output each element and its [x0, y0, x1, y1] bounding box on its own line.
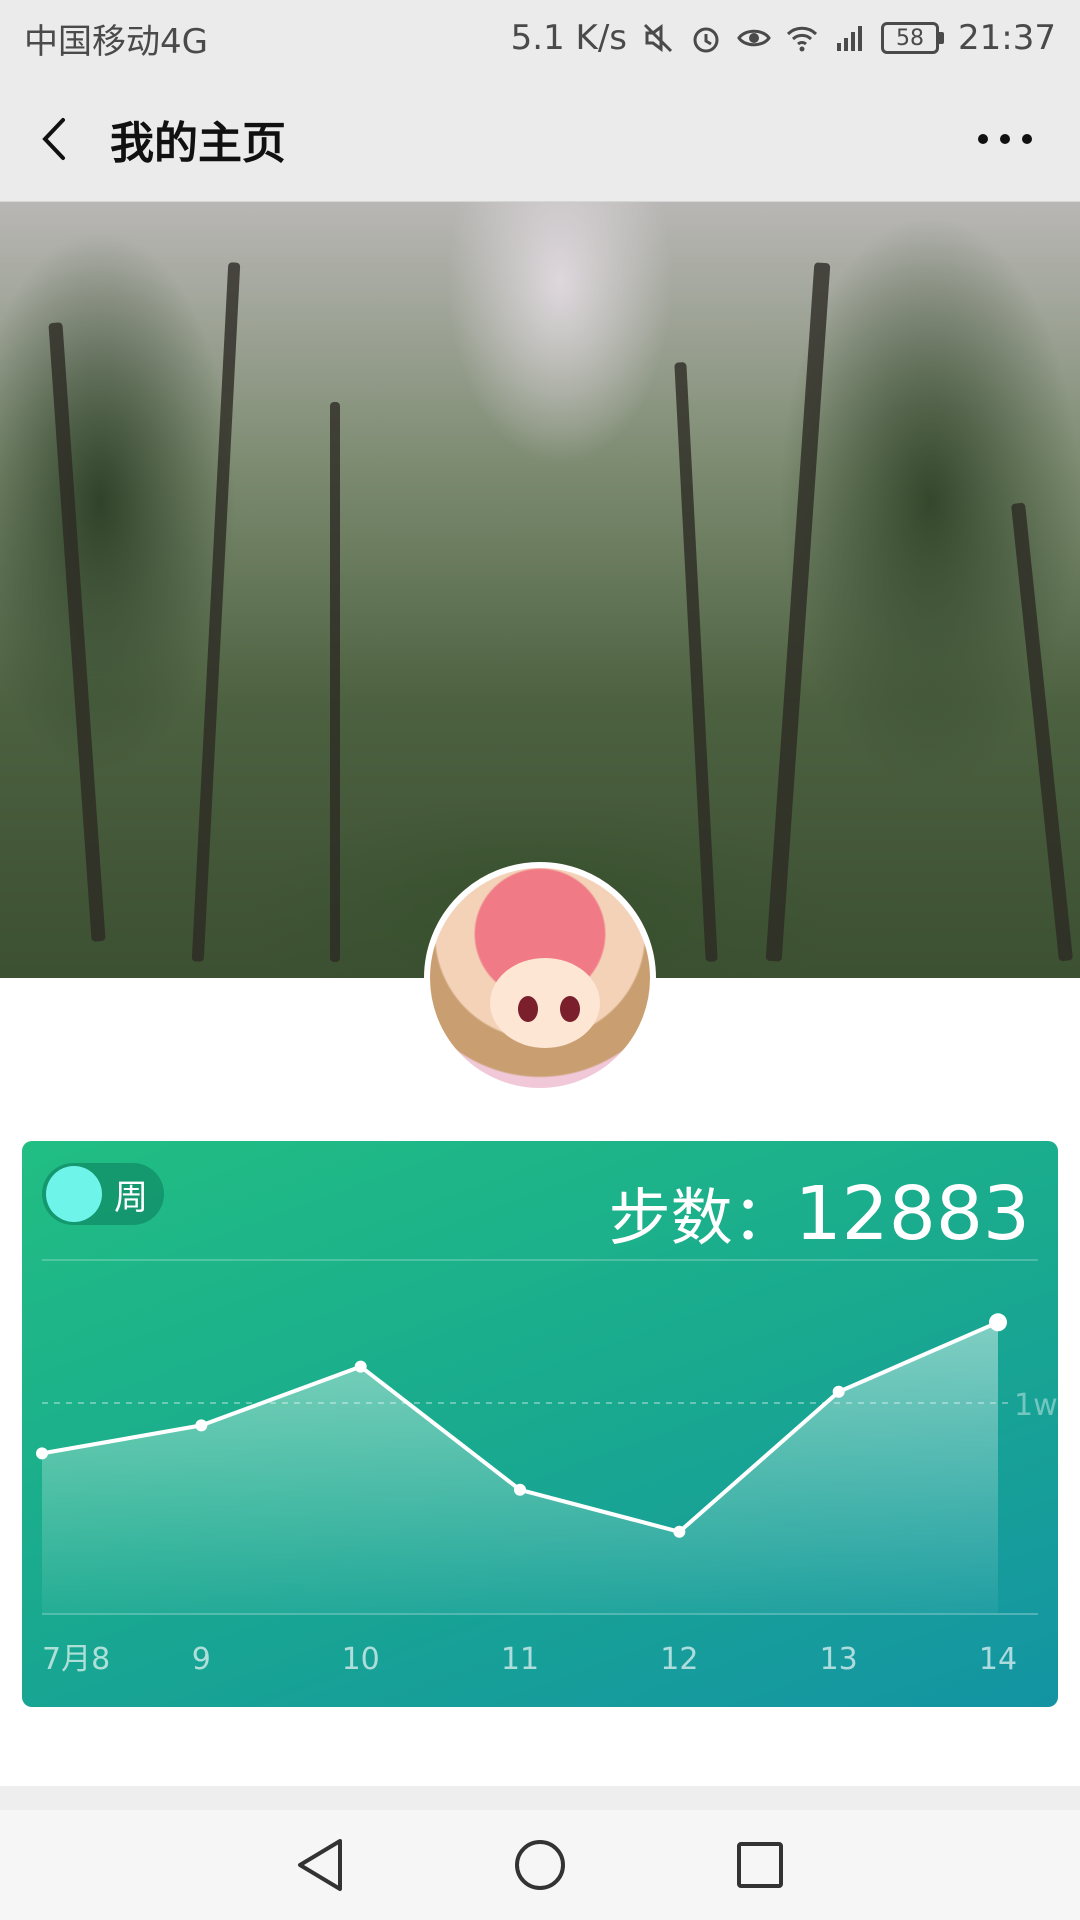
steps-total: 步数： 12883 — [609, 1167, 1030, 1257]
square-recents-icon — [737, 1842, 783, 1888]
carrier-label: 中国移动4G — [24, 21, 208, 62]
avatar[interactable] — [424, 862, 656, 1094]
page-title: 我的主页 — [110, 117, 286, 169]
steps-area — [42, 1322, 998, 1613]
toggle-label: 周 — [114, 1177, 148, 1218]
x-tick-label: 12 — [660, 1642, 698, 1677]
more-button[interactable] — [970, 116, 1040, 162]
data-point — [354, 1360, 367, 1373]
status-icons: 5.1 K/s 58 21:37 — [511, 18, 1056, 58]
clock: 21:37 — [958, 18, 1056, 58]
battery-level: 58 — [881, 22, 940, 54]
data-point — [989, 1313, 1007, 1332]
steps-value: 12883 — [794, 1171, 1030, 1257]
more-dots-icon — [978, 134, 1032, 144]
nav-recents-button[interactable] — [730, 1835, 790, 1895]
data-point — [514, 1483, 526, 1496]
x-tick-label: 10 — [342, 1642, 380, 1677]
x-tick-label: 9 — [192, 1642, 211, 1677]
title-bar: 我的主页 — [0, 76, 1080, 202]
x-tick-label: 11 — [501, 1642, 539, 1677]
card-divider — [42, 1259, 1038, 1261]
section-divider — [0, 1786, 1080, 1810]
toggle-knob — [46, 1166, 102, 1222]
triangle-back-icon — [298, 1839, 342, 1891]
eye-icon — [737, 29, 771, 47]
chevron-left-icon — [42, 117, 65, 160]
status-bar: 中国移动4G 5.1 K/s 58 21:37 — [0, 0, 1080, 76]
back-button[interactable] — [0, 76, 110, 202]
circle-home-icon — [515, 1840, 565, 1890]
data-point — [832, 1385, 845, 1398]
battery-icon: 58 — [881, 22, 945, 54]
net-speed: 5.1 K/s — [510, 18, 628, 58]
signal-4g-icon — [837, 26, 863, 51]
alarm-icon — [693, 27, 719, 53]
reference-line-label: 1w — [1014, 1388, 1058, 1423]
nav-home-button[interactable] — [510, 1835, 570, 1895]
week-toggle[interactable]: 周 — [42, 1163, 164, 1225]
x-tick-label: 7月8 — [42, 1642, 110, 1677]
x-tick-label: 14 — [979, 1642, 1017, 1677]
data-point — [36, 1447, 48, 1460]
nav-back-button[interactable] — [290, 1835, 350, 1895]
data-point — [195, 1419, 208, 1432]
steps-label: 步数： — [608, 1181, 795, 1254]
system-nav-bar — [0, 1810, 1080, 1920]
steps-card[interactable]: 1w 7月8 9 10 11 12 13 14 周 步数： 12883 — [22, 1141, 1058, 1707]
x-tick-label: 13 — [820, 1642, 858, 1677]
wifi-icon — [786, 26, 818, 52]
mute-icon — [643, 23, 673, 53]
data-point — [673, 1525, 686, 1538]
